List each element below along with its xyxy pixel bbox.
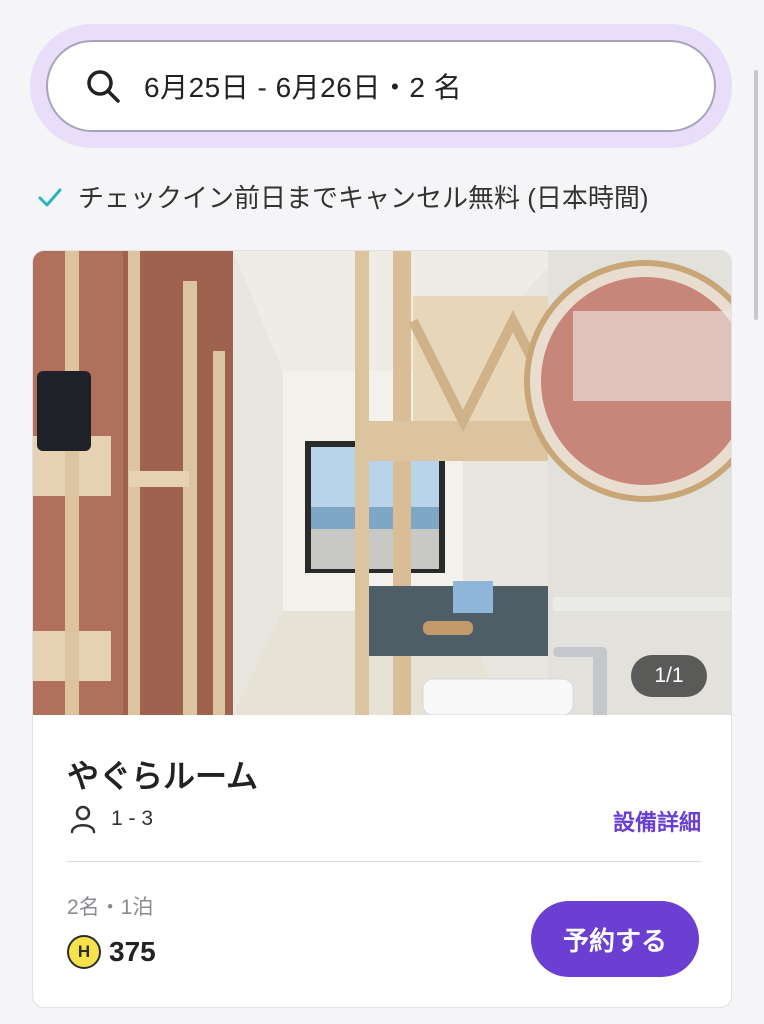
divider — [67, 861, 701, 862]
cancellation-text: チェックイン前日までキャンセル無料 (日本時間) — [78, 183, 649, 213]
search-summary: 6月25日 - 6月26日・2 名 — [144, 72, 463, 103]
capacity-info: 1 - 3 — [67, 803, 153, 835]
photo-counter: 1/1 — [631, 655, 707, 697]
search-icon — [87, 70, 120, 103]
search-bar[interactable]: 6月25日 - 6月26日・2 名 — [46, 40, 716, 132]
scrollbar[interactable] — [754, 70, 758, 320]
price-row: H 375 — [67, 935, 156, 969]
price-value: 375 — [109, 936, 156, 967]
room-card: 1/1 やぐらルーム 1 - 3 設備詳細 2名・1泊 H 375 予約する — [32, 250, 732, 1008]
capacity-range: 1 - 3 — [111, 807, 154, 830]
room-name: やぐらルーム — [67, 758, 259, 794]
cancellation-policy: チェックイン前日までキャンセル無料 (日本時間) — [36, 178, 649, 215]
room-photo[interactable] — [33, 251, 732, 715]
coin-icon: H — [67, 935, 101, 969]
facility-details-link[interactable]: 設備詳細 — [613, 805, 701, 837]
person-icon — [70, 805, 96, 834]
stay-info: 2名・1泊 — [67, 896, 154, 919]
check-icon — [38, 188, 62, 206]
book-button[interactable]: 予約する — [531, 901, 699, 977]
